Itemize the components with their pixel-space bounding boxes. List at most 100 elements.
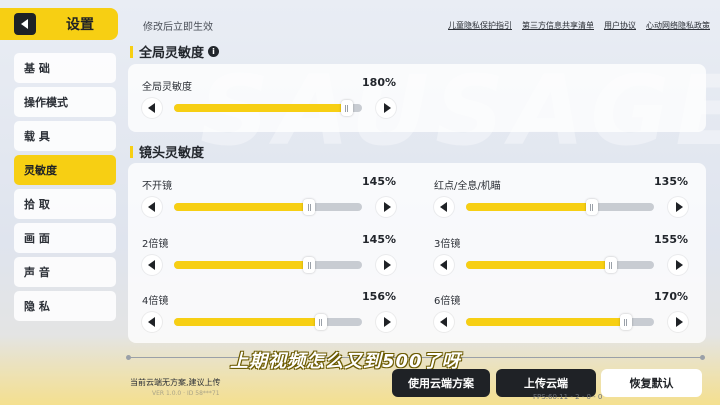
slider-label: 全局灵敏度 [142, 82, 192, 93]
link-third-party-sharing[interactable]: 第三方信息共享清单 [522, 20, 594, 31]
chevron-left-icon [439, 260, 447, 270]
slider-thumb[interactable] [585, 199, 598, 215]
fps-readout: FPS:60.11 - 2 - 0 - 0 [533, 393, 603, 401]
sidebar-item-vehicle[interactable]: 载 具 [14, 121, 116, 151]
decrease-button[interactable] [434, 255, 454, 275]
chevron-right-icon [675, 260, 683, 270]
slider-2x-scope: 2倍镜 145% [142, 233, 396, 285]
chevron-left-icon [439, 202, 447, 212]
sidebar-item-graphics[interactable]: 画 面 [14, 223, 116, 253]
decrease-button[interactable] [434, 312, 454, 332]
page-title: 设置 [66, 17, 94, 33]
slider-global: 全局灵敏度 180% [142, 76, 396, 128]
apply-immediately-note: 修改后立即生效 [143, 22, 213, 33]
sidebar-item-label: 声 音 [24, 266, 50, 279]
slider-thumb[interactable] [303, 199, 316, 215]
sidebar-item-label: 灵敏度 [24, 164, 57, 177]
slider-track[interactable] [174, 199, 362, 215]
back-button[interactable] [14, 13, 36, 35]
sidebar-item-basic[interactable]: 基 础 [14, 53, 116, 83]
chevron-right-icon [675, 317, 683, 327]
link-user-agreement[interactable]: 用户协议 [604, 20, 636, 31]
sidebar-item-control-mode[interactable]: 操作模式 [14, 87, 116, 117]
back-arrow-icon [20, 19, 28, 29]
slider-label: 红点/全息/机瞄 [434, 181, 501, 192]
increase-button[interactable] [376, 197, 396, 217]
slider-label: 3倍镜 [434, 239, 461, 250]
sidebar-item-label: 基 础 [24, 62, 50, 75]
link-child-privacy[interactable]: 儿童隐私保护指引 [448, 20, 512, 31]
slider-thumb[interactable] [619, 314, 632, 330]
slider-thumb[interactable] [340, 100, 353, 116]
sidebar-item-pickup[interactable]: 拾 取 [14, 189, 116, 219]
global-sensitivity-heading: 全局灵敏度 i [130, 42, 220, 61]
scope-sensitivity-heading: 镜头灵敏度 [130, 142, 204, 161]
increase-button[interactable] [376, 255, 396, 275]
chevron-right-icon [383, 260, 391, 270]
increase-button[interactable] [668, 197, 688, 217]
sidebar-item-label: 隐 私 [24, 300, 50, 313]
slider-track[interactable] [466, 199, 654, 215]
chevron-left-icon [147, 202, 155, 212]
slider-thumb[interactable] [604, 257, 617, 273]
slider-fill [174, 318, 321, 326]
slider-thumb[interactable] [303, 257, 316, 273]
slider-thumb[interactable] [314, 314, 327, 330]
slider-track[interactable] [174, 314, 362, 330]
slider-red-dot: 红点/全息/机瞄 135% [434, 175, 688, 227]
chevron-left-icon [147, 317, 155, 327]
decrease-button[interactable] [434, 197, 454, 217]
increase-button[interactable] [668, 255, 688, 275]
increase-button[interactable] [376, 98, 396, 118]
slider-track[interactable] [174, 257, 362, 273]
link-privacy-policy[interactable]: 心动网络隐私政策 [646, 20, 710, 31]
slider-value: 180% [362, 76, 396, 89]
sidebar-item-label: 操作模式 [24, 96, 68, 109]
version-watermark: VER 1.0.0 · ID 58***71 [152, 390, 220, 397]
chevron-left-icon [147, 260, 155, 270]
sidebar-item-sensitivity[interactable]: 灵敏度 [14, 155, 116, 185]
slider-track[interactable] [466, 314, 654, 330]
sidebar-item-sound[interactable]: 声 音 [14, 257, 116, 287]
slider-value: 145% [362, 233, 396, 246]
decrease-button[interactable] [142, 98, 162, 118]
slider-fill [466, 318, 626, 326]
decrease-button[interactable] [142, 312, 162, 332]
decrease-button[interactable] [142, 197, 162, 217]
slider-value: 156% [362, 290, 396, 303]
slider-fill [466, 203, 592, 211]
info-icon[interactable]: i [208, 46, 220, 57]
chevron-left-icon [147, 103, 155, 113]
scope-sensitivity-panel: 不开镜 145% 红点/全息/机瞄 135% 2倍镜 145% 3倍镜 155% 4倍镜… [128, 163, 706, 343]
chevron-right-icon [383, 103, 391, 113]
use-cloud-scheme-button[interactable]: 使用云端方案 [392, 369, 490, 397]
slider-label: 4倍镜 [142, 296, 169, 307]
increase-button[interactable] [668, 312, 688, 332]
cloud-status-text: 当前云端无方案,建议上传 [130, 378, 221, 387]
slider-label: 2倍镜 [142, 239, 169, 250]
sidebar: 基 础 操作模式 载 具 灵敏度 拾 取 画 面 声 音 隐 私 [14, 53, 116, 325]
restore-default-button[interactable]: 恢复默认 [601, 369, 702, 397]
slider-value: 145% [362, 175, 396, 188]
slider-value: 135% [654, 175, 688, 188]
slider-fill [466, 261, 611, 269]
chevron-right-icon [383, 202, 391, 212]
slider-fill [174, 104, 347, 112]
slider-value: 170% [654, 290, 688, 303]
increase-button[interactable] [376, 312, 396, 332]
slider-track[interactable] [466, 257, 654, 273]
scope-sensitivity-title: 镜头灵敏度 [139, 146, 205, 161]
heading-accent-bar [130, 45, 133, 58]
slider-3x-scope: 3倍镜 155% [434, 233, 688, 285]
slider-6x-scope: 6倍镜 170% [434, 290, 688, 342]
slider-value: 155% [654, 233, 688, 246]
slider-no-scope: 不开镜 145% [142, 175, 396, 227]
slider-track[interactable] [174, 100, 362, 116]
heading-accent-bar [130, 145, 133, 158]
sidebar-item-privacy[interactable]: 隐 私 [14, 291, 116, 321]
decrease-button[interactable] [142, 255, 162, 275]
slider-fill [174, 203, 310, 211]
global-sensitivity-panel: 全局灵敏度 180% [128, 64, 706, 132]
sidebar-item-label: 载 具 [24, 130, 50, 143]
slider-label: 6倍镜 [434, 296, 461, 307]
